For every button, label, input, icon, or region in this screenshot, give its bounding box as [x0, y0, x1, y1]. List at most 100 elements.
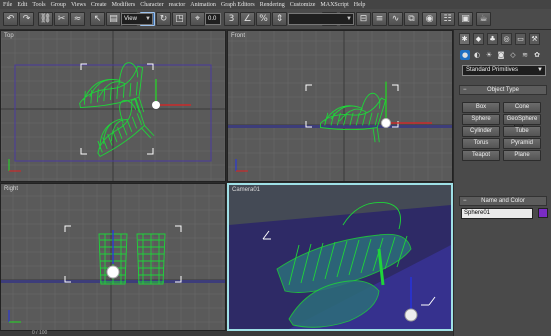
motion-tab[interactable]: ◎	[501, 33, 512, 45]
coordinate-system-dropdown[interactable]: View ▼	[121, 13, 153, 25]
spinner-snap-value[interactable]: 0.0	[205, 13, 221, 25]
viewport-label-front[interactable]: Front	[231, 33, 245, 39]
name-and-color-rollout[interactable]: − Name and Color	[459, 196, 547, 206]
menu-customize[interactable]: Customize	[290, 2, 316, 8]
cylinder-button[interactable]: Cylinder	[462, 126, 500, 137]
layer-manager-button[interactable]: ≡	[372, 12, 387, 26]
select-and-scale-button[interactable]: ◳	[172, 12, 187, 26]
redo-icon: ↷	[22, 13, 31, 24]
primitives-type-dropdown[interactable]: Standard Primitives ▼	[462, 65, 546, 76]
select-object-button[interactable]: ↖	[90, 12, 105, 26]
modify-tab[interactable]: ◆	[473, 33, 484, 45]
main-toolbar: ↶↷⛓✂≈↖▤▢✥↻◳⌖3∠%⇕⊞⇋⊟≡∿⧉◉☷▣☕View▼▼0.0	[0, 9, 551, 30]
select-object-icon: ↖	[93, 13, 102, 24]
render-setup-button[interactable]: ☷	[440, 12, 455, 26]
render-frame-button[interactable]: ▣	[458, 12, 473, 26]
lights-category-icon[interactable]: ☀	[484, 50, 494, 60]
ground-plane-edge	[1, 280, 225, 283]
redo-button[interactable]: ↷	[19, 12, 34, 26]
helpers-category-icon[interactable]: ◇	[508, 50, 518, 60]
ground-plane-edge	[228, 125, 452, 128]
box-button[interactable]: Box	[462, 102, 500, 113]
sphere-object	[381, 118, 391, 128]
undo-button[interactable]: ↶	[3, 12, 18, 26]
cameras-category-icon[interactable]: ◙	[496, 50, 506, 60]
chevron-down-icon: ▼	[145, 16, 151, 22]
viewport-front[interactable]: Front	[227, 30, 453, 182]
space-warps-category-icon[interactable]: ≋	[520, 50, 530, 60]
tube-button[interactable]: Tube	[503, 126, 541, 137]
named-selection-dropdown[interactable]: ▼	[288, 13, 354, 25]
select-link-icon: ⛓	[39, 13, 52, 24]
viewport-label-right[interactable]: Right	[4, 186, 18, 192]
teapot-button[interactable]: Teapot	[462, 150, 500, 161]
viewport-camera[interactable]: Camera01	[227, 183, 453, 331]
bind-space-warp-button[interactable]: ≈	[70, 12, 85, 26]
unlink-icon: ✂	[57, 13, 66, 24]
menu-character[interactable]: Character	[140, 2, 163, 8]
pyramid-button[interactable]: Pyramid	[503, 138, 541, 149]
snaps-toggle-button[interactable]: 3	[224, 12, 239, 26]
angle-snap-button[interactable]: ∠	[240, 12, 255, 26]
object-type-rollout[interactable]: − Object Type	[459, 85, 547, 95]
curve-editor-button[interactable]: ∿	[388, 12, 403, 26]
undo-icon: ↶	[6, 13, 15, 24]
time-slider[interactable]: 0 / 100	[0, 330, 453, 336]
menu-maxscript[interactable]: MAXScript	[320, 2, 348, 8]
angle-snap-icon: ∠	[243, 13, 252, 24]
sphere-object	[152, 101, 160, 109]
select-and-rotate-button[interactable]: ↻	[156, 12, 171, 26]
geometry-category-icon[interactable]: ●	[460, 50, 470, 60]
utilities-tab[interactable]: ⚒	[529, 33, 540, 45]
menu-modifiers[interactable]: Modifiers	[112, 2, 136, 8]
select-link-button[interactable]: ⛓	[38, 12, 53, 26]
sphere-button[interactable]: Sphere	[462, 114, 500, 125]
use-pivot-button[interactable]: ⌖	[190, 12, 205, 26]
viewport-label-top[interactable]: Top	[4, 33, 14, 39]
geosphere-button[interactable]: GeoSphere	[503, 114, 541, 125]
systems-category-icon[interactable]: ✿	[532, 50, 542, 60]
create-tab[interactable]: ✱	[459, 33, 470, 45]
quick-render-button[interactable]: ☕	[476, 12, 491, 26]
menu-file[interactable]: File	[3, 2, 12, 8]
percent-snap-button[interactable]: %	[256, 12, 271, 26]
viewport-top[interactable]: Top	[0, 30, 226, 182]
bind-space-warp-icon: ≈	[73, 13, 82, 24]
menu-graph-editors[interactable]: Graph Editors	[221, 2, 255, 8]
select-by-name-button[interactable]: ▤	[106, 12, 121, 26]
select-by-name-icon: ▤	[109, 13, 118, 24]
create-tab-icon: ✱	[461, 35, 468, 43]
material-editor-button[interactable]: ◉	[422, 12, 437, 26]
curve-editor-icon: ∿	[391, 13, 400, 24]
menu-rendering[interactable]: Rendering	[260, 2, 285, 8]
align-button[interactable]: ⊟	[356, 12, 371, 26]
viewport-right[interactable]: Right	[0, 183, 226, 331]
object-color-swatch[interactable]	[538, 208, 548, 218]
plane-button[interactable]: Plane	[503, 150, 541, 161]
command-panel: ✱ ◆ ♣ ◎ ▭ ⚒ ● ◐ ☀ ◙ ◇ ≋ ✿ Standard Primitives ▼ − O…	[453, 30, 551, 336]
menu-animation[interactable]: Animation	[190, 2, 216, 8]
unlink-button[interactable]: ✂	[54, 12, 69, 26]
object-name-field[interactable]: Sphere01	[461, 208, 533, 219]
menu-reactor[interactable]: reactor	[169, 2, 186, 8]
shapes-category-icon[interactable]: ◐	[472, 50, 482, 60]
menu-edit[interactable]: Edit	[17, 2, 27, 8]
hierarchy-tab[interactable]: ♣	[487, 33, 498, 45]
motion-tab-icon: ◎	[503, 35, 510, 43]
schematic-view-button[interactable]: ⧉	[404, 12, 419, 26]
menu-create[interactable]: Create	[91, 2, 107, 8]
torus-button[interactable]: Torus	[462, 138, 500, 149]
spinner-snap-button[interactable]: ⇕	[272, 12, 287, 26]
quick-render-icon: ☕	[479, 13, 488, 24]
display-tab[interactable]: ▭	[515, 33, 526, 45]
menu-bar: File Edit Tools Group Views Create Modif…	[0, 0, 551, 9]
menu-help[interactable]: Help	[354, 2, 366, 8]
menu-tools[interactable]: Tools	[32, 2, 45, 8]
use-pivot-icon: ⌖	[194, 13, 201, 24]
chevron-down-icon: ▼	[537, 67, 543, 73]
menu-views[interactable]: Views	[71, 2, 86, 8]
cone-button[interactable]: Cone	[503, 102, 541, 113]
viewport-label-camera[interactable]: Camera01	[232, 187, 260, 193]
menu-group[interactable]: Group	[51, 2, 66, 8]
render-frame-icon: ▣	[461, 13, 470, 24]
